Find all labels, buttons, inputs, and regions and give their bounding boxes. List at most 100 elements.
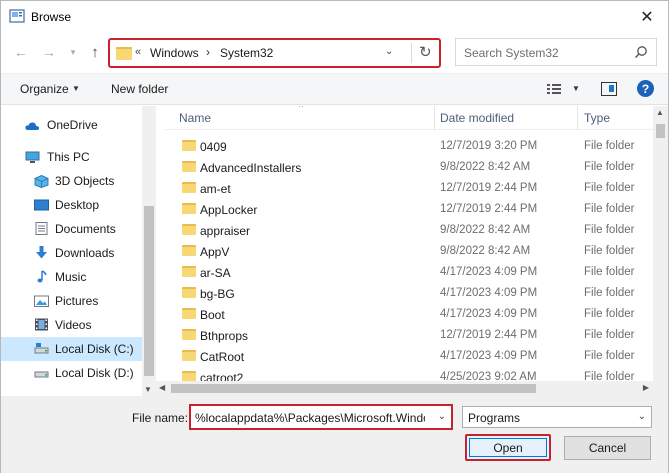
date-modified-cell: 4/17/2023 4:09 PM [440,266,538,278]
date-modified-cell: 9/8/2022 8:42 AM [440,224,531,236]
file-name-dropdown-icon[interactable]: ⌄ [438,411,446,422]
recent-locations-chevron-icon[interactable]: ▾ [65,43,81,61]
file-list: ^ Name Date modified Type 0409 12/7/2019 … [164,106,654,381]
address-divider [411,43,412,63]
type-cell: File folder [584,224,635,236]
search-input[interactable]: Search System32 [464,46,559,60]
organize-button[interactable]: Organize [20,82,69,96]
sidebar-item-desktop[interactable]: Desktop [1,193,142,217]
file-type-select[interactable]: Programs ⌄ [462,406,652,428]
sidebar-item-documents[interactable]: Documents [1,217,142,241]
type-cell: File folder [584,203,635,215]
back-arrow-icon[interactable]: ← [13,43,29,61]
desktop-icon [34,199,49,211]
view-options-icon[interactable] [546,82,562,96]
address-bar[interactable]: « Windows › System32 ⌄ ↻ [108,38,441,68]
scroll-left-icon[interactable]: ◀ [159,383,165,392]
table-row[interactable]: catroot2 4/25/2023 9:02 AM File folder [164,367,654,381]
organize-dropdown-icon[interactable]: ▼ [72,84,80,93]
sidebar-item-downloads[interactable]: Downloads [1,241,142,265]
sort-ascending-icon: ^ [299,106,304,112]
close-icon: ✕ [640,9,654,26]
scrollbar-thumb[interactable] [656,124,665,138]
address-dropdown-icon[interactable]: ⌄ [385,46,393,57]
file-type-dropdown-icon[interactable]: ⌄ [638,411,646,422]
sidebar-item-local-disk-d[interactable]: Local Disk (D:) [1,361,142,385]
sidebar-item-label: Videos [55,318,92,332]
sidebar-item-label: This PC [47,150,90,164]
file-name-cell: catroot2 [200,371,244,381]
table-row[interactable]: appraiser 9/8/2022 8:42 AM File folder [164,220,654,241]
close-button[interactable]: ✕ [632,4,662,30]
table-row[interactable]: AppV 9/8/2022 8:42 AM File folder [164,241,654,262]
navigation-scrollbar[interactable]: ▼ [142,106,156,396]
download-arrow-icon [36,246,47,259]
table-row[interactable]: ar-SA 4/17/2023 4:09 PM File folder [164,262,654,283]
preview-pane-icon[interactable] [601,82,617,96]
sidebar-item-label: Downloads [55,246,115,260]
sidebar-item-this-pc[interactable]: This PC [1,145,142,169]
cancel-button[interactable]: Cancel [564,436,651,460]
up-arrow-icon[interactable]: ↑ [87,43,103,61]
file-name-input[interactable] [195,409,425,426]
column-header-date-modified[interactable]: Date modified [440,111,514,125]
table-row[interactable]: Bthprops 12/7/2019 2:44 PM File folder [164,325,654,346]
file-name-combobox[interactable]: ⌄ [189,404,453,430]
file-name-cell: Boot [200,308,225,322]
folder-icon [182,329,196,340]
breadcrumb-separator-icon[interactable]: › [206,45,210,59]
sidebar-item-music[interactable]: Music [1,265,142,289]
file-name-cell: AdvancedInstallers [200,161,302,175]
table-row[interactable]: Boot 4/17/2023 4:09 PM File folder [164,304,654,325]
date-modified-cell: 12/7/2019 3:20 PM [440,140,538,152]
table-row[interactable]: AppLocker 12/7/2019 2:44 PM File folder [164,199,654,220]
folder-icon [182,182,196,193]
table-row[interactable]: AdvancedInstallers 9/8/2022 8:42 AM File f… [164,157,654,178]
column-divider[interactable] [434,106,435,130]
search-box[interactable]: Search System32 [455,38,657,66]
breadcrumb-windows[interactable]: Windows [150,46,199,60]
column-divider[interactable] [577,106,578,130]
sidebar-item-local-disk-c[interactable]: Local Disk (C:) [1,337,142,361]
search-icon [635,46,647,58]
view-dropdown-icon[interactable]: ▼ [572,84,580,93]
scroll-up-icon[interactable]: ▲ [656,108,664,117]
column-header-type[interactable]: Type [584,111,610,125]
overflow-chevron-icon[interactable]: « [135,46,141,58]
table-row[interactable]: CatRoot 4/17/2023 4:09 PM File folder [164,346,654,367]
breadcrumb-system32[interactable]: System32 [220,46,273,60]
scroll-down-icon[interactable]: ▼ [144,385,152,394]
type-cell: File folder [584,140,635,152]
table-row[interactable]: 0409 12/7/2019 3:20 PM File folder [164,136,654,157]
file-name-cell: ar-SA [200,266,231,280]
sidebar-item-3d-objects[interactable]: 3D Objects [1,169,142,193]
forward-arrow-icon[interactable]: → [41,43,57,61]
scroll-right-icon[interactable]: ▶ [643,383,649,392]
refresh-icon[interactable]: ↻ [419,43,432,61]
computer-icon [25,151,40,163]
picture-icon [34,295,49,307]
new-folder-button[interactable]: New folder [111,82,168,96]
sidebar-item-pictures[interactable]: Pictures [1,289,142,313]
file-list-horizontal-scrollbar[interactable]: ◀ ▶ [156,381,653,396]
command-bar: Organize ▼ New folder ▼ ? [1,73,668,105]
date-modified-cell: 4/17/2023 4:09 PM [440,287,538,299]
table-row[interactable]: am-et 12/7/2019 2:44 PM File folder [164,178,654,199]
column-header-name[interactable]: Name [179,111,211,125]
scrollbar-thumb[interactable] [171,384,536,393]
folder-icon [182,287,196,298]
sidebar-item-label: 3D Objects [55,174,115,188]
folder-icon [182,308,196,319]
file-type-value: Programs [468,411,521,425]
open-button[interactable]: Open [465,434,551,461]
sidebar-item-onedrive[interactable]: OneDrive [1,113,142,137]
file-list-vertical-scrollbar[interactable]: ▲ [653,106,668,396]
type-cell: File folder [584,329,635,341]
table-row[interactable]: bg-BG 4/17/2023 4:09 PM File folder [164,283,654,304]
help-icon[interactable]: ? [637,80,654,97]
scrollbar-thumb[interactable] [144,206,154,376]
file-name-label: File name: [132,411,189,425]
sidebar-item-label: Desktop [55,198,100,212]
sidebar-item-videos[interactable]: Videos [1,313,142,337]
folder-icon [182,203,196,214]
